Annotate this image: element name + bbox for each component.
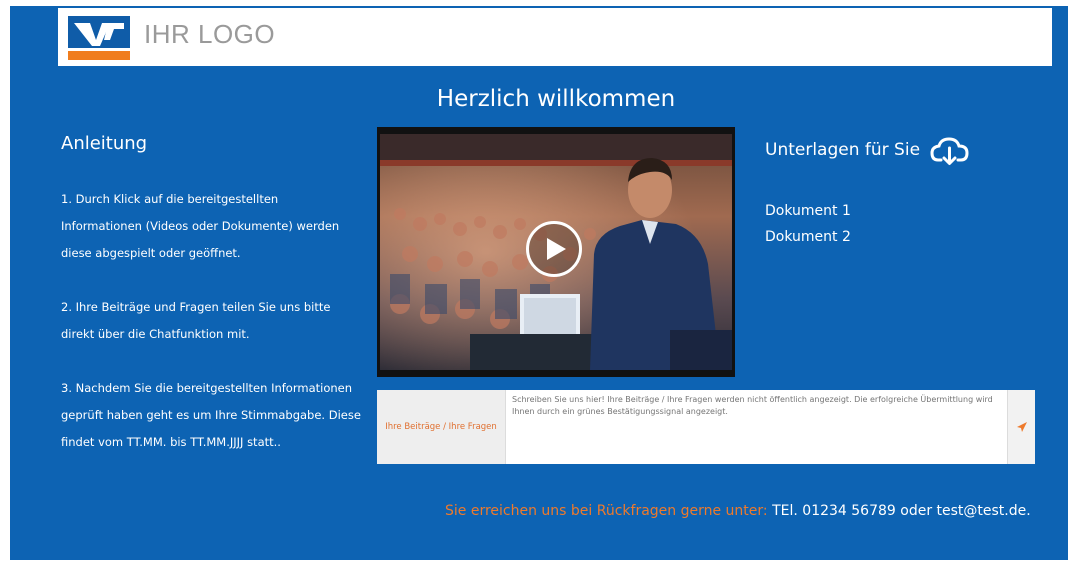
document-link-2[interactable]: Dokument 2: [765, 229, 851, 245]
page-background: IHR LOGO Herzlich willkommen Anleitung 1…: [10, 6, 1068, 560]
contact-info: TEl. 01234 56789 oder test@test.de.: [772, 503, 1031, 519]
instructions-title: Anleitung: [61, 133, 148, 154]
play-icon: [547, 238, 566, 260]
send-button[interactable]: [1007, 390, 1035, 464]
contact-line: Sie erreichen uns bei Rückfragen gerne u…: [445, 503, 1031, 519]
instruction-step: 1. Durch Klick auf die bereitgestellten …: [61, 192, 340, 260]
page-title: Herzlich willkommen: [436, 86, 676, 112]
contact-lead: Sie erreichen uns bei Rückfragen gerne u…: [445, 503, 768, 519]
instructions-list: 1. Durch Klick auf die bereitgestellten …: [61, 186, 361, 483]
chat-box: Ihre Beiträge / Ihre Fragen: [377, 390, 1035, 464]
chat-label: Ihre Beiträge / Ihre Fragen: [377, 390, 506, 464]
send-icon: [1017, 422, 1027, 432]
play-button[interactable]: [526, 221, 582, 277]
documents-title: Unterlagen für Sie: [765, 140, 921, 160]
instruction-step: 3. Nachdem Sie die bereitgestellten Info…: [61, 381, 361, 449]
video-player[interactable]: [377, 127, 735, 377]
header-bar: IHR LOGO: [58, 8, 1052, 66]
instruction-step: 2. Ihre Beiträge und Fragen teilen Sie u…: [61, 300, 331, 341]
logo-text: IHR LOGO: [144, 19, 276, 49]
chat-input[interactable]: [508, 394, 1010, 460]
document-link-1[interactable]: Dokument 1: [765, 203, 851, 219]
bank-logo-icon: [68, 16, 130, 60]
cloud-download-icon[interactable]: [930, 136, 970, 166]
